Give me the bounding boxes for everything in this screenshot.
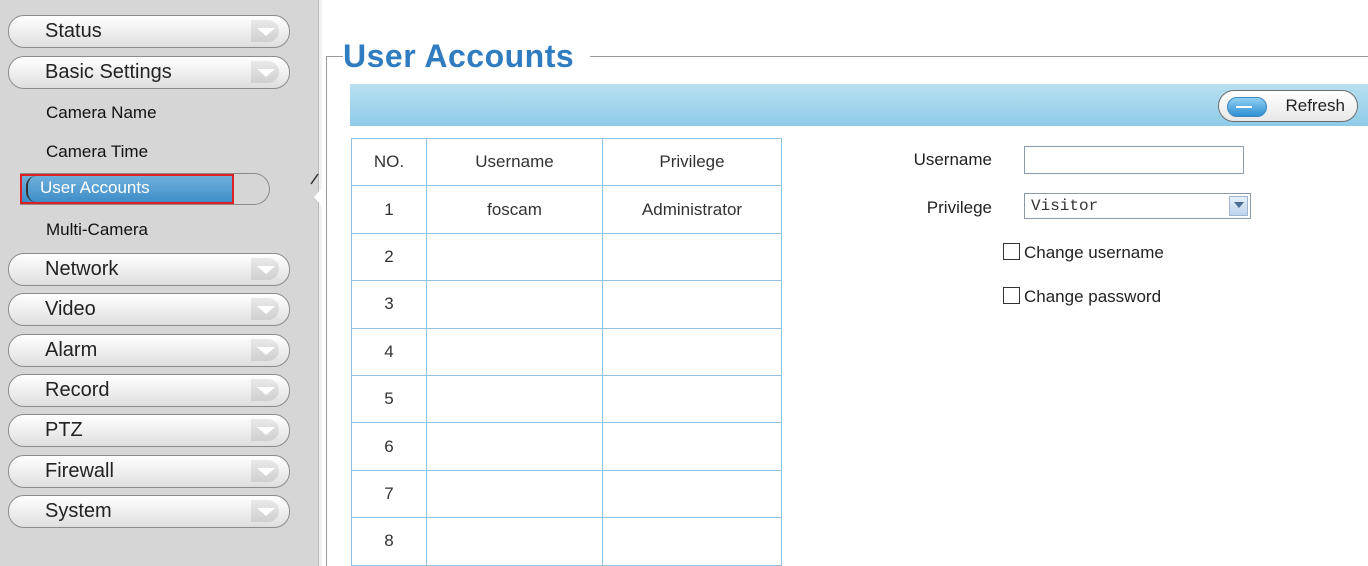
menu-network[interactable]: Network [8,253,290,286]
cell-no: 7 [351,469,427,519]
refresh-button[interactable]: Refresh [1218,90,1358,122]
cell-no: 3 [351,280,427,329]
column-header-privilege: Privilege [602,137,782,187]
chevron-down-icon [251,20,279,42]
sidebar-item-multi-camera[interactable]: Multi-Camera [46,220,148,240]
menu-system[interactable]: System [8,495,290,528]
cell-username [426,327,603,376]
cell-username: foscam [426,185,603,234]
change-password-label[interactable]: Change password [1024,287,1161,307]
table-row[interactable]: 5 [351,374,782,424]
page-title: User Accounts [343,38,581,75]
fieldset-border [326,56,344,57]
menu-label: Status [45,20,102,42]
change-username-checkbox[interactable] [1003,243,1020,260]
sidebar-divider[interactable] [318,0,322,566]
table-row[interactable]: 3 [351,280,782,329]
cell-privilege [602,469,782,519]
menu-ptz[interactable]: PTZ [8,414,290,447]
chevron-down-icon [251,61,279,83]
chevron-down-icon [251,258,279,280]
collapse-icon[interactable] [302,168,332,208]
chevron-down-icon [251,298,279,320]
menu-label: Record [45,379,110,401]
menu-status[interactable]: Status [8,15,290,48]
cell-username [426,280,603,329]
cell-privilege [602,327,782,376]
chevron-down-icon [251,460,279,482]
cell-username [426,469,603,519]
fieldset-border [326,56,327,566]
menu-alarm[interactable]: Alarm [8,334,290,367]
menu-label: Video [45,298,96,320]
table-row[interactable]: 2 [351,232,782,282]
fieldset-border [590,56,1368,57]
table-header-row: NO. Username Privilege [351,137,782,187]
cell-username [426,422,603,471]
cell-username [426,232,603,282]
user-table: NO. Username Privilege 1 foscam Administ… [351,137,782,566]
chevron-down-icon [251,419,279,441]
menu-label: System [45,500,112,522]
menu-label: Network [45,258,119,280]
menu-record[interactable]: Record [8,374,290,407]
cell-privilege [602,232,782,282]
selection-bracket [26,176,38,202]
sidebar: Status Basic Settings Camera Name Camera… [0,0,318,566]
cell-no: 1 [351,185,427,234]
table-row[interactable]: 6 [351,422,782,471]
table-row[interactable]: 8 [351,517,782,566]
toolbar: Refresh [350,84,1368,126]
refresh-label: Refresh [1285,96,1345,115]
table-row[interactable]: 1 foscam Administrator [351,185,782,234]
menu-label: Firewall [45,460,114,482]
menu-label: Basic Settings [45,61,172,83]
privilege-select[interactable]: Visitor [1024,193,1251,219]
cell-privilege: Administrator [602,185,782,234]
menu-basic-settings[interactable]: Basic Settings [8,56,290,89]
privilege-selected-value: Visitor [1031,197,1099,215]
menu-label: Alarm [45,339,98,361]
sidebar-item-camera-time[interactable]: Camera Time [46,142,148,162]
table-row[interactable]: 4 [351,327,782,376]
sidebar-item-camera-name[interactable]: Camera Name [46,103,157,123]
sidebar-item-user-accounts[interactable]: User Accounts [20,173,270,205]
privilege-label: Privilege [926,198,992,217]
cell-privilege [602,280,782,329]
cell-no: 2 [351,232,427,282]
chevron-down-icon[interactable] [1229,196,1248,216]
cell-no: 8 [351,517,427,566]
menu-video[interactable]: Video [8,293,290,326]
change-username-label[interactable]: Change username [1024,243,1164,263]
cell-no: 5 [351,374,427,424]
cell-privilege [602,422,782,471]
menu-firewall[interactable]: Firewall [8,455,290,488]
chevron-down-icon [251,379,279,401]
cell-no: 4 [351,327,427,376]
cell-privilege [602,517,782,566]
change-password-checkbox[interactable] [1003,287,1020,304]
table-row[interactable]: 7 [351,469,782,519]
chevron-down-icon [251,500,279,522]
menu-label: PTZ [45,419,83,441]
cell-no: 6 [351,422,427,471]
column-header-no: NO. [351,137,427,187]
username-label: Username [913,150,992,169]
sidebar-item-label: User Accounts [40,178,150,197]
username-input[interactable] [1024,146,1244,174]
column-header-username: Username [426,137,603,187]
cell-username [426,517,603,566]
cell-privilege [602,374,782,424]
chevron-down-icon [251,339,279,361]
refresh-icon [1227,97,1267,117]
cell-username [426,374,603,424]
